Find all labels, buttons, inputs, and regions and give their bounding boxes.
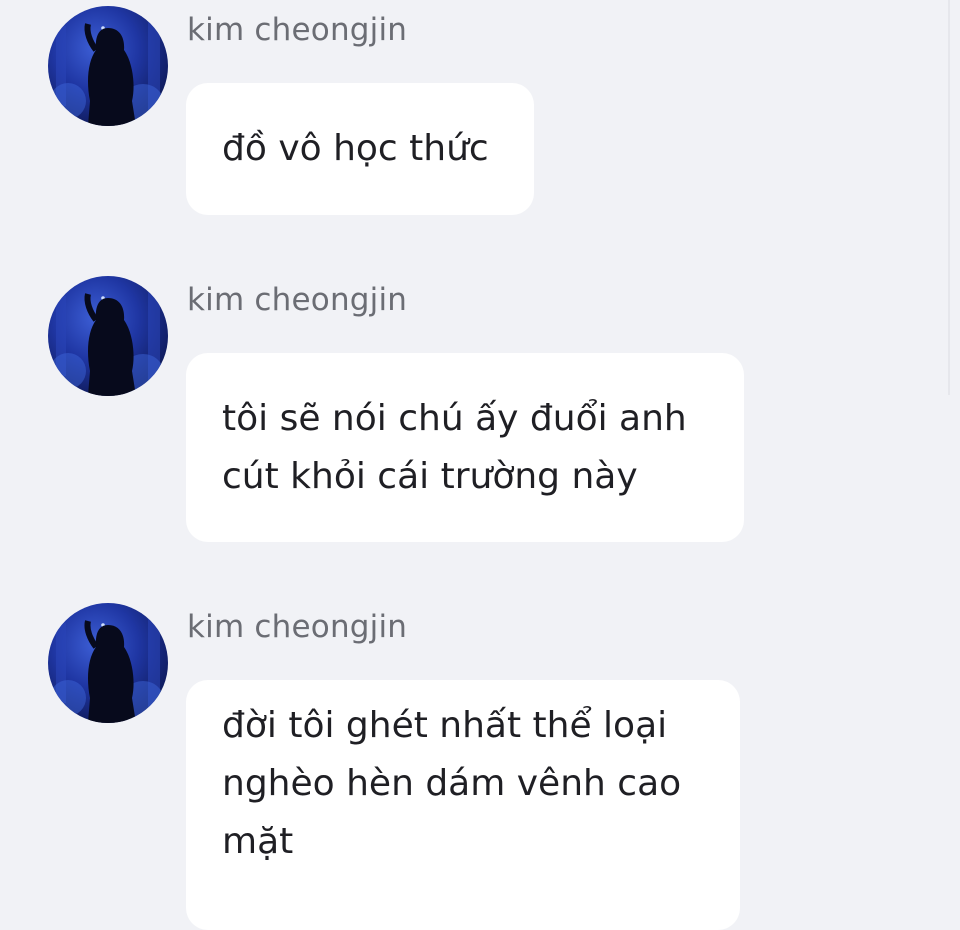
- message-bubble[interactable]: tôi sẽ nói chú ấy đuổi anh cút khỏi cái …: [186, 353, 744, 542]
- avatar[interactable]: [48, 603, 168, 723]
- avatar-image: [50, 618, 165, 723]
- avatar[interactable]: [48, 276, 168, 396]
- message-row: kim cheongjin đời tôi ghét nhất thể loại…: [0, 597, 960, 930]
- message-bubble[interactable]: đời tôi ghét nhất thể loại nghèo hèn dám…: [186, 680, 740, 930]
- chat-thread: kim cheongjin đồ vô học thức kim cheongj…: [0, 0, 960, 930]
- message-bubble[interactable]: đồ vô học thức: [186, 83, 534, 215]
- message-row: kim cheongjin đồ vô học thức: [0, 0, 960, 220]
- sender-name: kim cheongjin: [187, 609, 408, 645]
- avatar-image: [50, 21, 165, 126]
- sender-name: kim cheongjin: [187, 282, 408, 318]
- sender-name: kim cheongjin: [187, 12, 408, 48]
- avatar-image: [50, 291, 165, 396]
- avatar[interactable]: [48, 6, 168, 126]
- message-row: kim cheongjin tôi sẽ nói chú ấy đuổi anh…: [0, 270, 960, 550]
